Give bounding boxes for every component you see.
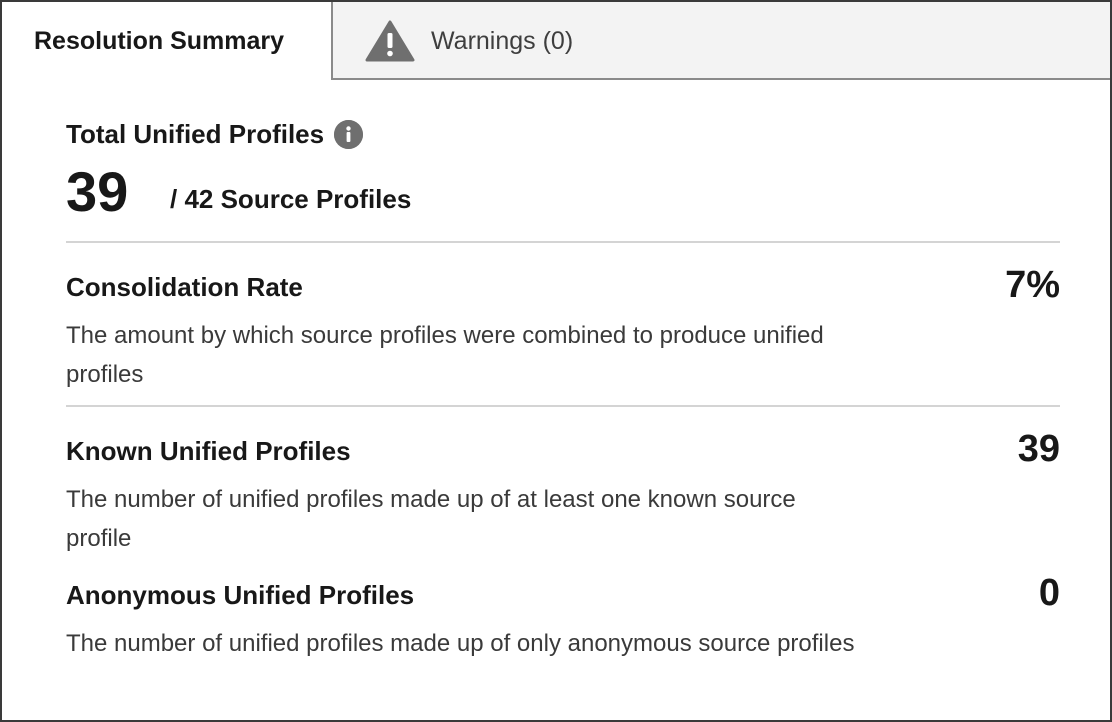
metric-title: Consolidation Rate (66, 272, 303, 302)
metric-title: Known Unified Profiles (66, 436, 351, 466)
metric-value: 7% (1005, 264, 1060, 306)
total-unified-profiles-header: Total Unified Profiles (66, 119, 364, 150)
total-unified-profiles-value: 39 (66, 160, 129, 223)
warning-triangle-icon (365, 20, 415, 62)
metric-value: 0 (1038, 572, 1060, 614)
divider (66, 241, 1060, 243)
total-source-profiles: / 42 Source Profiles (170, 184, 412, 214)
tab-warnings[interactable]: Warnings (0) (335, 2, 573, 80)
tab-resolution-summary-label: Resolution Summary (34, 26, 285, 55)
metric-value: 39 (1017, 428, 1060, 470)
metric-description: The number of unified profiles made up o… (66, 486, 796, 552)
resolution-summary-panel: Resolution Summary Warnings (0) Total Un… (0, 0, 1112, 722)
tab-resolution-summary[interactable]: Resolution Summary (2, 2, 333, 80)
info-icon[interactable] (334, 120, 364, 149)
metric-description: The amount by which source profiles were… (66, 322, 824, 388)
divider (66, 405, 1060, 407)
total-unified-profiles-title: Total Unified Profiles (66, 119, 325, 149)
metric-title: Anonymous Unified Profiles (66, 580, 415, 610)
tab-bar: Resolution Summary Warnings (0) (2, 2, 1110, 80)
metric-description: The number of unified profiles made up o… (66, 630, 855, 657)
tab-warnings-label: Warnings (0) (431, 26, 574, 55)
